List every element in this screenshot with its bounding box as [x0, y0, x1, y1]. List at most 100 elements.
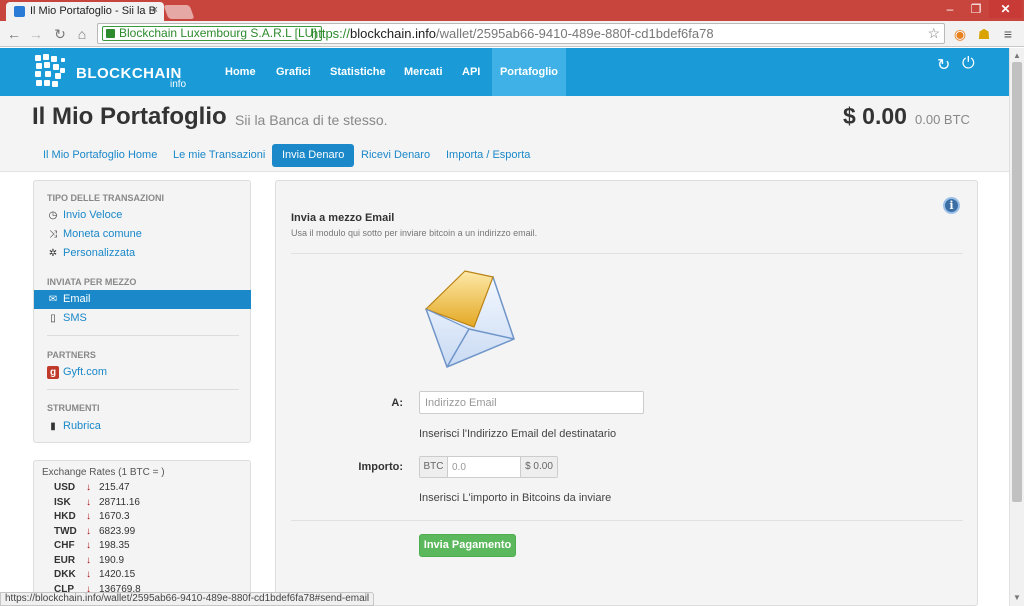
- scroll-down-arrow-icon[interactable]: ▼: [1013, 593, 1021, 602]
- sidebar-heading-partners: PARTNERS: [47, 350, 96, 360]
- menu-icon[interactable]: ≡: [998, 24, 1018, 44]
- sidebar-item-sms[interactable]: ▯ SMS: [34, 309, 251, 328]
- currency-code: DKK: [54, 569, 76, 580]
- status-bar-url: https://blockchain.info/wallet/2595ab66-…: [0, 592, 375, 606]
- window-minimize-button[interactable]: –: [937, 0, 963, 18]
- down-arrow-icon: ↓: [86, 569, 91, 580]
- url-path: /wallet/2595ab66-9410-489e-880f-cd1bdef6…: [436, 26, 714, 41]
- page-scrollbar[interactable]: ▲ ▼: [1009, 48, 1024, 606]
- book-icon: ▮: [50, 421, 56, 432]
- lock-icon: [106, 29, 115, 38]
- rate-value: 28711.16: [99, 496, 140, 508]
- down-arrow-icon: ↓: [86, 511, 91, 522]
- back-arrow-icon[interactable]: ←: [4, 24, 24, 44]
- nav-grafici[interactable]: Grafici: [264, 48, 323, 96]
- rate-value: 190.9: [99, 554, 125, 566]
- nav-statistiche[interactable]: Statistiche: [318, 48, 398, 96]
- tab-invia-denaro[interactable]: Invia Denaro: [272, 144, 355, 167]
- sidebar-divider: [47, 389, 239, 390]
- brand-sub: info: [170, 79, 187, 90]
- scrollbar-thumb[interactable]: [1012, 62, 1022, 502]
- sidebar-item-moneta-comune[interactable]: ⤨ Moneta comune: [34, 225, 251, 244]
- nav-mercati[interactable]: Mercati: [392, 48, 455, 96]
- ev-certificate-badge[interactable]: Blockchain Luxembourg S.A.R.L [LU]: [102, 26, 322, 41]
- sidebar-item-personalizzata[interactable]: ✲ Personalizzata: [34, 244, 251, 263]
- divider: [291, 253, 963, 254]
- site-header: BLOCKCHAIN info Home Grafici Statistiche…: [0, 48, 1009, 96]
- nav-portafoglio[interactable]: Portafoglio: [492, 48, 566, 96]
- sidebar: TIPO DELLE TRANSAZIONI ◷ Invio Veloce ⤨ …: [33, 180, 251, 443]
- info-icon[interactable]: i: [943, 197, 960, 214]
- extension-icon[interactable]: ☗: [974, 24, 994, 44]
- gyft-icon: g: [47, 366, 59, 379]
- balance-btc[interactable]: 0.00 BTC: [915, 112, 970, 127]
- brand-name[interactable]: BLOCKCHAIN: [76, 65, 182, 82]
- refresh-icon[interactable]: ↻: [937, 55, 950, 75]
- nav-home[interactable]: Home: [213, 48, 268, 96]
- browser-tab[interactable]: Il Mio Portafoglio - Sii la B ×: [6, 2, 164, 21]
- window-close-button[interactable]: ✕: [989, 0, 1022, 18]
- currency-code: USD: [54, 482, 76, 493]
- bookmark-star-icon[interactable]: ☆: [927, 25, 940, 42]
- rss-icon[interactable]: ◉: [950, 24, 970, 44]
- currency-code: CHF: [54, 540, 75, 551]
- blockchain-logo-icon[interactable]: [33, 53, 69, 89]
- gear-icon: ✲: [48, 248, 58, 259]
- browser-toolbar: ← → ↻ ⌂ Blockchain Luxembourg S.A.R.L [L…: [0, 21, 1024, 47]
- currency-code: TWD: [54, 525, 77, 537]
- amount-help-text: Inserisci L'importo in Bitcoins da invia…: [419, 492, 612, 504]
- amount-input-group: BTC $ 0.00: [419, 456, 558, 478]
- tab-transazioni[interactable]: Le mie Transazioni: [163, 144, 275, 167]
- amount-field[interactable]: [448, 457, 520, 477]
- tab-close-icon[interactable]: ×: [152, 4, 158, 16]
- page-title: Il Mio Portafoglio: [32, 103, 227, 130]
- window-maximize-button[interactable]: ❐: [963, 0, 989, 18]
- divider: [291, 520, 963, 521]
- sidebar-item-gyft[interactable]: g Gyft.com: [34, 363, 251, 382]
- sidebar-item-invio-veloce[interactable]: ◷ Invio Veloce: [34, 206, 251, 225]
- url-host: blockchain.info: [350, 26, 437, 41]
- rate-value: 1670.3: [99, 511, 130, 522]
- form-description: Usa il modulo qui sotto per inviare bitc…: [291, 228, 538, 238]
- sidebar-divider: [47, 335, 239, 336]
- down-arrow-icon: ↓: [86, 540, 91, 551]
- down-arrow-icon: ↓: [86, 525, 91, 537]
- send-email-panel: Invia a mezzo Email Usa il modulo qui so…: [275, 180, 978, 606]
- sidebar-item-label: Gyft.com: [63, 366, 108, 378]
- email-field[interactable]: [419, 391, 644, 414]
- url-text[interactable]: https://blockchain.info/wallet/2595ab66-…: [311, 26, 714, 41]
- address-bar[interactable]: Blockchain Luxembourg S.A.R.L [LU] https…: [97, 23, 945, 44]
- tab-ricevi-denaro[interactable]: Ricevi Denaro: [351, 144, 440, 167]
- balance-usd[interactable]: $ 0.00: [843, 103, 907, 130]
- reload-icon[interactable]: ↻: [50, 24, 70, 44]
- sidebar-item-label: Email: [63, 293, 91, 305]
- sidebar-item-label: Rubrica: [63, 420, 101, 432]
- sidebar-item-label: Moneta comune: [63, 228, 142, 240]
- scroll-up-arrow-icon[interactable]: ▲: [1013, 51, 1021, 60]
- new-tab-button[interactable]: [163, 5, 195, 19]
- rate-value: 215.47: [99, 482, 130, 493]
- sidebar-item-email[interactable]: ✉ Email: [34, 290, 251, 309]
- clock-icon: ◷: [48, 210, 58, 221]
- exchange-rates-panel: Exchange Rates (1 BTC = ) USD ↓ 215.47 ISK ↓…: [33, 460, 251, 606]
- browser-tabstrip: Il Mio Portafoglio - Sii la B × – ❐ ✕: [0, 0, 1024, 21]
- sidebar-item-label: Personalizzata: [63, 247, 136, 259]
- page-subtitle: Sii la Banca di te stesso.: [235, 112, 388, 128]
- send-payment-button[interactable]: Invia Pagamento: [419, 534, 516, 557]
- rate-value: 6823.99: [99, 525, 136, 537]
- sidebar-item-label: Invio Veloce: [63, 209, 123, 221]
- power-icon[interactable]: ⏻: [962, 55, 975, 73]
- currency-code: HKD: [54, 511, 76, 522]
- tab-title: Il Mio Portafoglio - Sii la B: [30, 5, 156, 17]
- ev-badge-label: Blockchain Luxembourg S.A.R.L [LU]: [119, 26, 317, 40]
- sidebar-item-rubrica[interactable]: ▮ Rubrica: [34, 417, 251, 436]
- home-icon[interactable]: ⌂: [72, 24, 92, 44]
- tab-home[interactable]: Il Mio Portafoglio Home: [33, 144, 167, 167]
- amount-label: Importo:: [358, 461, 403, 473]
- forward-arrow-icon[interactable]: →: [26, 24, 46, 44]
- nav-api[interactable]: API: [450, 48, 492, 96]
- rate-value: 198.35: [99, 540, 130, 551]
- exchange-rates-title: Exchange Rates (1 BTC = ): [42, 467, 165, 478]
- envelope-icon: ✉: [48, 294, 58, 305]
- tab-importa-esporta[interactable]: Importa / Esporta: [436, 144, 540, 167]
